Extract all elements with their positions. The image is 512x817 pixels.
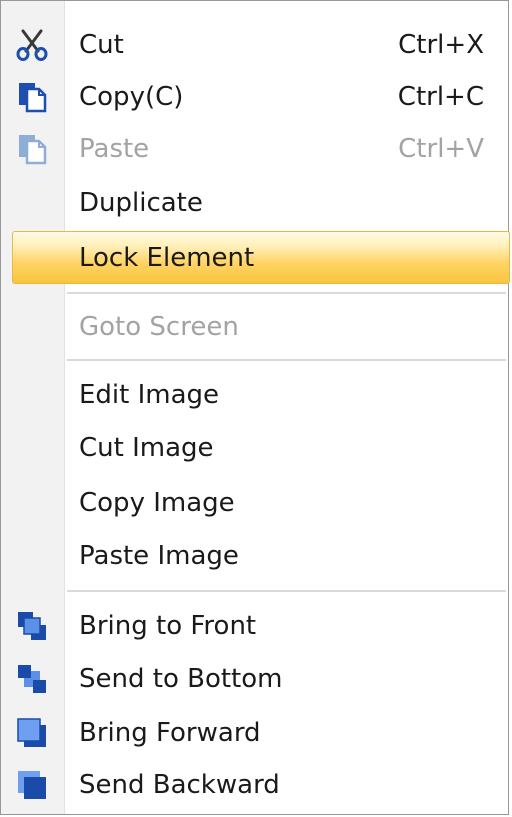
menu-item-label: Paste Image bbox=[79, 541, 239, 571]
menu-item-copy-image[interactable]: Copy Image bbox=[1, 477, 508, 529]
menu-item-label: Copy Image bbox=[79, 488, 235, 518]
shortcut-label: Ctrl+C bbox=[397, 82, 484, 112]
menu-separator bbox=[67, 292, 506, 294]
menu-item-label: Bring Forward bbox=[79, 718, 261, 748]
menu-item-label: Duplicate bbox=[79, 188, 203, 218]
send-backward-icon bbox=[16, 769, 48, 801]
menu-item-bring-forward[interactable]: Bring Forward bbox=[1, 707, 508, 759]
menu-item-label: Send Backward bbox=[79, 770, 280, 800]
menu-item-label: Goto Screen bbox=[79, 312, 239, 342]
menu-item-send-to-bottom[interactable]: Send to Bottom bbox=[1, 653, 508, 705]
menu-item-label: Cut Image bbox=[79, 433, 214, 463]
menu-item-label: Lock Element bbox=[79, 242, 255, 273]
menu-item-label: Edit Image bbox=[79, 380, 220, 410]
shortcut-label: Ctrl+V bbox=[398, 134, 484, 164]
menu-item-edit-image[interactable]: Edit Image bbox=[1, 369, 508, 421]
menu-item-bring-to-front[interactable]: Bring to Front bbox=[1, 600, 508, 652]
shortcut-label: Ctrl+X bbox=[398, 30, 484, 60]
menu-item-copy[interactable]: Copy(C) Ctrl+C bbox=[1, 71, 508, 123]
menu-item-duplicate[interactable]: Duplicate bbox=[1, 177, 508, 229]
menu-item-paste[interactable]: Paste Ctrl+V bbox=[1, 123, 508, 175]
send-to-bottom-icon bbox=[16, 663, 48, 695]
menu-item-label: Bring to Front bbox=[79, 611, 257, 641]
menu-item-cut-image[interactable]: Cut Image bbox=[1, 422, 508, 474]
menu-item-send-backward[interactable]: Send Backward bbox=[1, 759, 508, 811]
menu-item-label: Copy(C) bbox=[79, 82, 184, 112]
menu-item-paste-image[interactable]: Paste Image bbox=[1, 530, 508, 582]
bring-forward-icon bbox=[16, 717, 48, 749]
paste-icon bbox=[16, 133, 48, 165]
menu-item-label: Send to Bottom bbox=[79, 664, 283, 694]
context-menu: Cut Ctrl+X Copy(C) Ctrl+C Paste Ctrl+V D… bbox=[0, 0, 510, 815]
menu-separator bbox=[67, 590, 506, 592]
menu-item-label: Paste bbox=[79, 134, 150, 164]
menu-item-label: Cut bbox=[79, 30, 124, 60]
copy-icon bbox=[16, 81, 48, 113]
menu-item-cut[interactable]: Cut Ctrl+X bbox=[1, 19, 508, 71]
menu-item-lock-element[interactable]: Lock Element bbox=[12, 231, 510, 284]
menu-item-goto-screen[interactable]: Goto Screen bbox=[1, 301, 508, 353]
menu-separator bbox=[67, 359, 506, 361]
scissors-icon bbox=[16, 29, 48, 61]
bring-to-front-icon bbox=[16, 610, 48, 642]
